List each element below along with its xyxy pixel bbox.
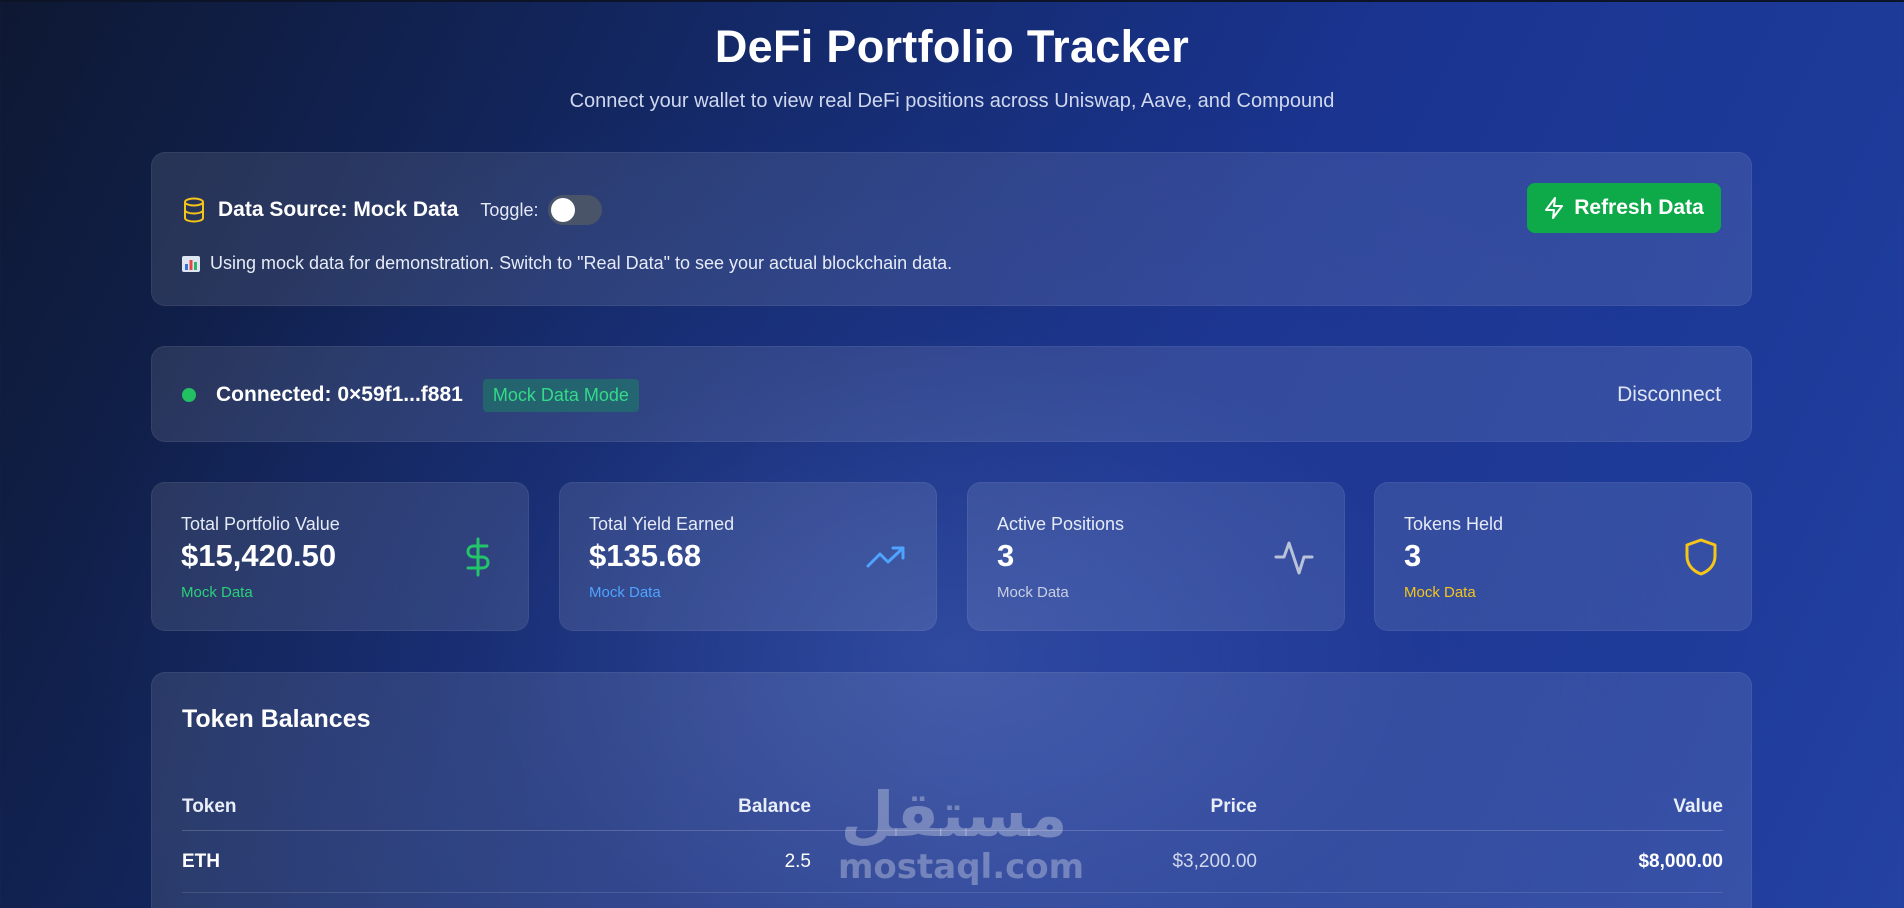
mock-data-mode-badge: Mock Data Mode (482, 378, 639, 412)
data-source-card: Data Source: Mock Data Toggle: Using moc… (151, 152, 1752, 306)
stat-label: Total Yield Earned (589, 514, 735, 534)
stat-card-active-positions: Active Positions 3 Mock Data (967, 482, 1345, 631)
token-balances-title: Token Balances (182, 705, 371, 733)
stat-label: Active Positions (997, 514, 1125, 534)
stat-label: Tokens Held (1404, 514, 1504, 534)
data-source-toggle[interactable] (548, 195, 603, 225)
refresh-data-label: Refresh Data (1574, 196, 1704, 219)
watermark-arabic: مستقل (840, 778, 1068, 851)
stat-sub: Mock Data (181, 584, 253, 601)
activity-icon (1274, 537, 1314, 577)
data-source-note-text: Using mock data for demonstration. Switc… (210, 253, 953, 273)
bar-chart-icon (182, 255, 200, 272)
stat-value: 3 (1404, 538, 1422, 573)
wallet-connection-card: Connected: 0×59f1...f881 Mock Data Mode … (151, 346, 1752, 442)
page-subtitle: Connect your wallet to view real DeFi po… (569, 90, 1335, 112)
stat-value: $15,420.50 (181, 538, 337, 573)
connection-status-text: Connected: 0×59f1...f881 (216, 383, 463, 406)
cell-balance: 2.5 (784, 851, 811, 872)
watermark-latin: mostaql.com (838, 847, 1085, 887)
column-header-balance: Balance (738, 796, 811, 817)
stat-value: 3 (997, 538, 1015, 573)
column-header-value: Value (1673, 796, 1723, 817)
stats-row: Total Portfolio Value $15,420.50 Mock Da… (151, 482, 1752, 631)
stat-card-tokens-held: Tokens Held 3 Mock Data (1374, 482, 1752, 631)
stat-sub: Mock Data (589, 584, 661, 601)
toggle-knob (551, 198, 576, 222)
stat-card-total-yield-earned: Total Yield Earned $135.68 Mock Data (559, 482, 937, 631)
toggle-label: Toggle: (480, 199, 539, 220)
stat-card-total-portfolio-value: Total Portfolio Value $15,420.50 Mock Da… (151, 482, 529, 631)
data-source-label: Data Source: Mock Data (218, 198, 459, 221)
refresh-data-button[interactable]: Refresh Data (1527, 183, 1721, 233)
page-header: DeFi Portfolio Tracker Connect your wall… (0, 20, 1904, 113)
stat-label: Total Portfolio Value (181, 514, 340, 534)
watermark: مستقل mostaql.com (838, 778, 1085, 894)
cell-token: ETH (182, 851, 220, 872)
connection-row: Connected: 0×59f1...f881 Mock Data Mode (182, 377, 639, 413)
cell-value: $8,000.00 (1638, 851, 1723, 872)
trending-up-icon (866, 537, 906, 577)
column-header-token: Token (182, 796, 237, 817)
disconnect-button[interactable]: Disconnect (1617, 383, 1721, 407)
dollar-icon (458, 537, 498, 577)
shield-icon (1681, 537, 1721, 577)
data-source-note: Using mock data for demonstration. Switc… (182, 253, 952, 274)
stat-value: $135.68 (589, 538, 702, 573)
data-source-row: Data Source: Mock Data Toggle: (182, 193, 603, 227)
stat-sub: Mock Data (1404, 584, 1476, 601)
stat-sub: Mock Data (997, 584, 1069, 601)
lightning-icon (1545, 197, 1564, 219)
page-title: DeFi Portfolio Tracker (714, 21, 1190, 72)
connection-status-dot (182, 388, 196, 402)
top-edge (0, 0, 1904, 2)
database-icon (182, 197, 206, 223)
